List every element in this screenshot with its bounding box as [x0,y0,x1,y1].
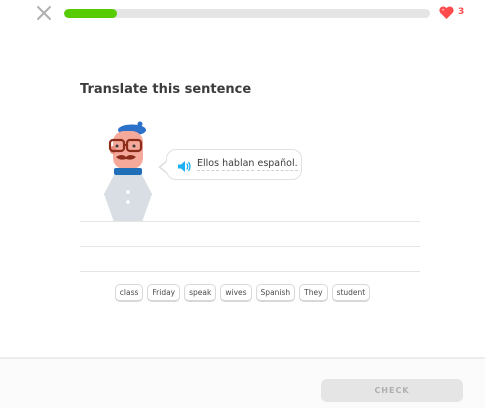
word-tile[interactable]: class [114,284,144,302]
check-button[interactable]: CHECK [321,379,463,402]
close-icon [37,6,51,20]
word-tile[interactable]: wives [220,284,252,302]
speaker-icon [178,161,191,172]
answer-line [80,271,420,272]
top-bar: 3 [0,0,485,28]
sentence-word[interactable]: español. [257,158,298,171]
hearts-count: 3 [458,7,465,17]
character-icon [104,121,152,222]
speech-bubble: Ellos hablan español. [158,149,302,180]
heart-icon [439,6,454,19]
word-tile[interactable]: Friday [147,284,181,302]
answer-line [80,246,420,247]
close-button[interactable] [36,5,52,21]
page-title: Translate this sentence [80,82,252,97]
progress-fill [64,9,118,18]
answer-line [80,221,420,222]
play-audio-button[interactable] [177,158,192,177]
word-tile[interactable]: speak [184,284,217,302]
character-illustration [96,118,162,228]
sentence-word[interactable]: hablan [222,158,255,171]
sentence-text: Ellos hablan español. [197,158,298,171]
sentence-word[interactable]: Ellos [197,158,220,171]
word-tile[interactable]: Spanish [255,284,296,302]
word-tile[interactable]: student [331,284,371,302]
word-bank: class Friday speak wives Spanish They st… [0,284,485,302]
progress-bar [64,9,430,18]
bubble-tail-fill [161,161,168,173]
word-tile[interactable]: They [299,284,328,302]
